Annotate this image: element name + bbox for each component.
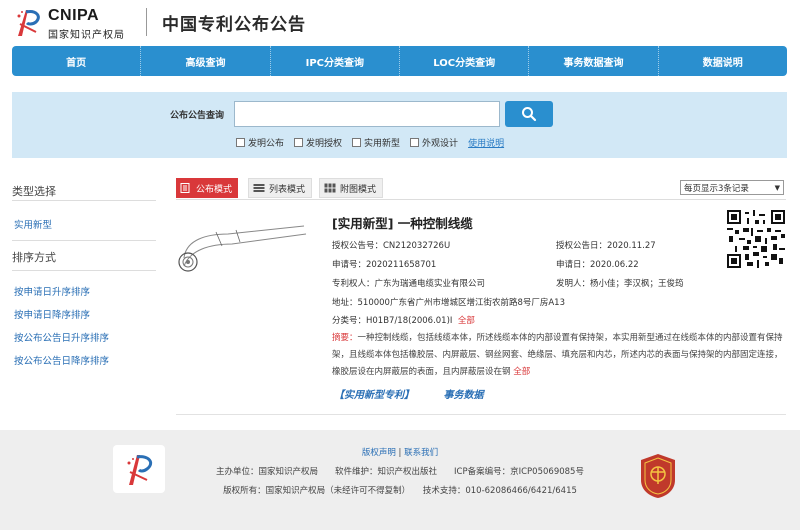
- checkbox-label: 实用新型: [364, 139, 401, 149]
- nav-data-description[interactable]: 数据说明: [659, 46, 787, 76]
- checkbox-box[interactable]: [294, 138, 304, 147]
- sort-heading: 排序方式: [12, 251, 56, 264]
- tab-label: 附图模式: [340, 184, 377, 195]
- grant-number: 授权公告号：CN212032726U: [332, 241, 451, 251]
- logo-cn: 国家知识产权局: [48, 30, 125, 41]
- application-date: 申请日：2020.06.22: [556, 260, 639, 270]
- government-badge-icon[interactable]: [637, 452, 679, 500]
- patentee: 专利权人：广东为瑞通电缆实业有限公司: [332, 279, 486, 289]
- checkbox-invention-publication[interactable]: 发明公布: [236, 136, 284, 149]
- sidebar-divider: [12, 200, 156, 201]
- sort-app-date-desc[interactable]: 按申请日降序排序: [14, 307, 90, 321]
- search-panel: 公布公告查询 发明公布 发明授权 实用新型 外观设计 使用说明: [12, 92, 787, 158]
- type-filter: 发明公布 发明授权 实用新型 外观设计 使用说明: [236, 136, 504, 149]
- checkbox-label: 发明公布: [248, 139, 285, 149]
- abstract: 摘要：一种控制线缆，包括线缆本体，所述线缆本体的内部设置有保持架，本实用新型通过…: [332, 330, 788, 381]
- checkbox-label: 发明授权: [306, 139, 343, 149]
- site-header: CNIPA 国家知识产权局 中国专利公布公告: [0, 0, 800, 44]
- result-links: 【实用新型专利】 事务数据: [334, 386, 509, 401]
- search-input[interactable]: [234, 101, 500, 127]
- abstract-label: 摘要：: [332, 333, 358, 343]
- footer-copyright: 版权所有：国家知识产权局（未经许可不得复制） 技术支持：010-62086466…: [223, 486, 577, 496]
- sort-pub-date-desc[interactable]: 按公布公告日降序排序: [14, 353, 109, 367]
- checkbox-label: 外观设计: [422, 139, 459, 149]
- sort-app-date-asc[interactable]: 按申请日升序排序: [14, 284, 90, 298]
- nav-ipc-search[interactable]: IPC分类查询: [271, 46, 400, 76]
- classification-full-link[interactable]: 全部: [458, 316, 475, 326]
- patent-drawing-thumbnail[interactable]: [176, 210, 316, 292]
- cnipa-emblem-icon: [17, 10, 40, 36]
- nav-home[interactable]: 首页: [12, 46, 142, 76]
- checkbox-box[interactable]: [236, 138, 245, 147]
- sidebar-item-utility-model[interactable]: 实用新型: [14, 217, 52, 231]
- help-link[interactable]: 使用说明: [468, 136, 504, 149]
- footer-sponsor: 主办单位：国家知识产权局 软件维护：知识产权出版社 ICP备案编号：京ICP05…: [216, 467, 584, 477]
- checkbox-design[interactable]: 外观设计: [410, 136, 458, 149]
- nav-transaction-search[interactable]: 事务数据查询: [529, 46, 659, 76]
- type-heading: 类型选择: [12, 185, 56, 198]
- result-divider: [176, 414, 786, 415]
- search-icon: [522, 107, 537, 122]
- utility-patent-link[interactable]: 【实用新型专利】: [334, 390, 414, 401]
- abstract-text: 一种控制线缆，包括线缆本体，所述线缆本体的内部设置有保持架，本实用新型通过在线缆…: [332, 333, 783, 377]
- per-page-value: 每页显示3条记录: [684, 183, 749, 194]
- qr-code-icon: [727, 210, 785, 268]
- nav-advanced-search[interactable]: 高级查询: [141, 46, 271, 76]
- grant-date: 授权公告日：2020.11.27: [556, 241, 656, 251]
- checkbox-utility-model[interactable]: 实用新型: [352, 136, 400, 149]
- sidebar-divider: [12, 270, 156, 271]
- footer-links: 版权声明 | 联系我们: [361, 448, 439, 458]
- sidebar-divider: [12, 240, 156, 241]
- address: 地址：510000广东省广州市增城区增江街农前路8号厂房A13: [332, 298, 565, 308]
- tab-label: 列表模式: [269, 184, 306, 195]
- chevron-down-icon: ▼: [774, 183, 780, 192]
- sort-pub-date-asc[interactable]: 按公布公告日升序排序: [14, 330, 109, 344]
- checkbox-box[interactable]: [352, 138, 362, 147]
- application-number: 申请号：2020211658701: [332, 260, 437, 270]
- document-icon: [180, 183, 190, 193]
- inventors: 发明人：杨小佳；李汉枫；王俊筠: [556, 279, 684, 289]
- tab-image-mode[interactable]: 附图模式: [319, 178, 384, 198]
- logo-en: CNIPA: [48, 7, 100, 24]
- result-title[interactable]: [实用新型] 一种控制线缆: [332, 213, 473, 232]
- transaction-data-link[interactable]: 事务数据: [443, 390, 483, 401]
- search-label: 公布公告查询: [170, 111, 225, 121]
- site-footer: 版权声明 | 联系我们 主办单位：国家知识产权局 软件维护：知识产权出版社 IC…: [0, 430, 800, 530]
- tab-label: 公布模式: [196, 184, 233, 195]
- page-title: 中国专利公布公告: [162, 15, 306, 35]
- nav-loc-search[interactable]: LOC分类查询: [400, 46, 530, 76]
- search-button[interactable]: [505, 101, 553, 127]
- tab-list-mode[interactable]: 列表模式: [248, 178, 313, 198]
- contact-link[interactable]: 联系我们: [404, 448, 438, 458]
- checkbox-box[interactable]: [410, 138, 420, 147]
- grid-icon: [324, 183, 336, 193]
- list-icon: [253, 184, 265, 192]
- per-page-select[interactable]: 每页显示3条记录 ▼: [680, 180, 784, 195]
- classification: 分类号：H01B7/18(2006.01)I 全部: [332, 314, 475, 326]
- classification-value: 分类号：H01B7/18(2006.01)I: [332, 316, 453, 326]
- copyright-link[interactable]: 版权声明: [362, 448, 396, 458]
- abstract-full-link[interactable]: 全部: [513, 367, 530, 377]
- header-divider: [146, 8, 147, 36]
- main-nav: 首页 高级查询 IPC分类查询 LOC分类查询 事务数据查询 数据说明: [12, 46, 787, 76]
- tab-announce-mode[interactable]: 公布模式: [176, 178, 239, 198]
- cnipa-logo[interactable]: CNIPA 国家知识产权局: [12, 4, 142, 41]
- checkbox-invention-grant[interactable]: 发明授权: [294, 136, 342, 149]
